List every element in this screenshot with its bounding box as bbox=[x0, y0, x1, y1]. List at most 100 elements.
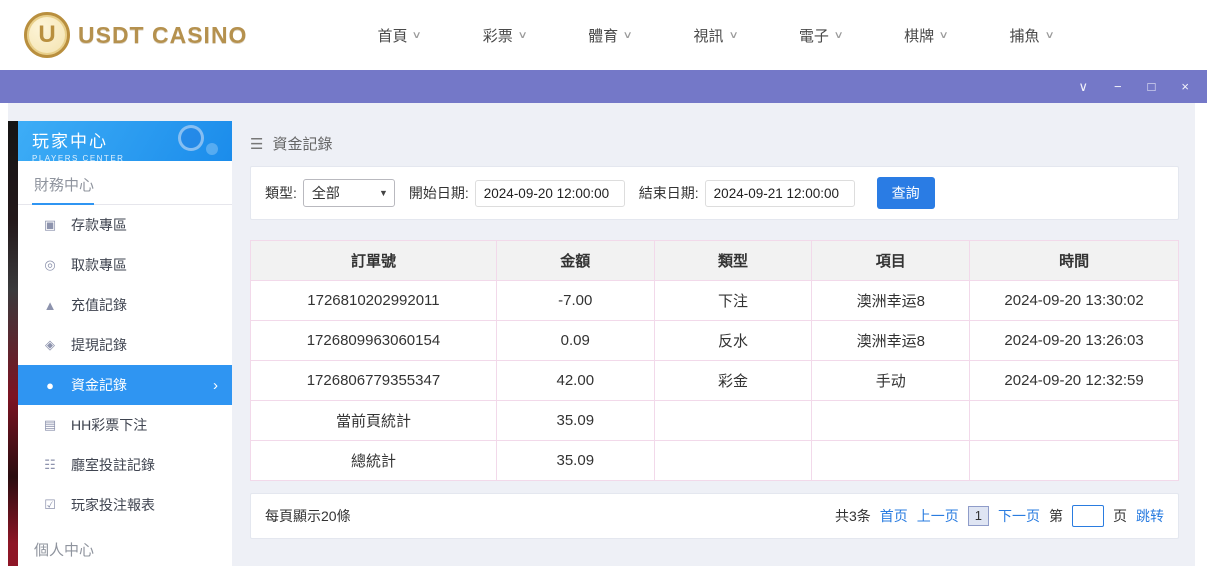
nav-item-electronic[interactable]: 電子 ∨ bbox=[799, 25, 842, 46]
top-header: U USDT CASINO 首頁 ∨ 彩票 ∨ 體育 ∨ 視訊 ∨ 電子 bbox=[0, 0, 1207, 70]
sidebar-item-label: 提現記錄 bbox=[71, 335, 127, 355]
workspace: 玩家中心 PLAYERS CENTER 財務中心 ▣ 存款專區 ◎ 取款專區 bbox=[8, 103, 1195, 566]
cell-time: 2024-09-20 13:26:03 bbox=[970, 321, 1179, 361]
cell-order-no: 1726810202992011 bbox=[251, 281, 497, 321]
cell-empty bbox=[654, 401, 812, 441]
nav-item-chess[interactable]: 棋牌 ∨ bbox=[904, 25, 947, 46]
chip-decoration-icon bbox=[206, 143, 218, 155]
nav-item-fishing[interactable]: 捕魚 ∨ bbox=[1010, 25, 1053, 46]
nav-item-video[interactable]: 視訊 ∨ bbox=[693, 25, 736, 46]
section-active-underline bbox=[32, 203, 94, 205]
minimize-icon[interactable]: − bbox=[1114, 80, 1122, 93]
jump-link[interactable]: 跳转 bbox=[1136, 506, 1164, 526]
close-icon[interactable]: × bbox=[1181, 80, 1189, 93]
cell-item: 澳洲幸运8 bbox=[812, 321, 970, 361]
cell-empty bbox=[970, 441, 1179, 481]
lottery-bets-icon: ▤ bbox=[42, 417, 58, 433]
sidebar-item-label: HH彩票下注 bbox=[71, 415, 147, 435]
sidebar-item-room-bet-record[interactable]: ☷ 廳室投註記錄 bbox=[18, 445, 232, 485]
sidebar-item-withdraw[interactable]: ◎ 取款專區 bbox=[18, 245, 232, 285]
main-nav: 首頁 ∨ 彩票 ∨ 體育 ∨ 視訊 ∨ 電子 ∨ 棋牌 ∨ bbox=[377, 25, 1052, 46]
cell-order-no: 1726806779355347 bbox=[251, 361, 497, 401]
cell-label: 當前頁統計 bbox=[251, 401, 497, 441]
chevron-down-icon: ∨ bbox=[623, 30, 633, 41]
logo-letter: U bbox=[38, 21, 55, 49]
type-select-value: 全部 bbox=[312, 183, 340, 203]
window-controls: ∨ − □ × bbox=[1078, 80, 1189, 93]
nav-item-lottery[interactable]: 彩票 ∨ bbox=[483, 25, 526, 46]
table-header-row: 訂單號 金額 類型 項目 時間 bbox=[251, 241, 1179, 281]
page-prefix-label: 第 bbox=[1049, 506, 1063, 526]
nav-label: 視訊 bbox=[693, 25, 723, 46]
sidebar-menu: ▣ 存款專區 ◎ 取款專區 ▲ 充值記錄 ◈ 提現記錄 ● 資金記錄 bbox=[18, 205, 232, 525]
cell-empty bbox=[812, 441, 970, 481]
type-select[interactable]: 全部 ▼ bbox=[303, 179, 395, 207]
window-titlebar: ∨ − □ × bbox=[0, 70, 1207, 103]
section-finance-center: 財務中心 bbox=[18, 161, 232, 205]
menu-icon: ☰ bbox=[250, 135, 263, 153]
end-date-input[interactable] bbox=[705, 180, 855, 207]
sidebar-item-player-bet-report[interactable]: ☑ 玩家投注報表 bbox=[18, 485, 232, 525]
chevron-down-icon: ∨ bbox=[833, 30, 843, 41]
room-bet-record-icon: ☷ bbox=[42, 457, 58, 473]
cell-type: 反水 bbox=[654, 321, 812, 361]
sidebar-item-label: 資金記錄 bbox=[71, 375, 127, 395]
header-time: 時間 bbox=[970, 241, 1179, 281]
select-arrow-icon: ▼ bbox=[379, 188, 388, 198]
start-date-input[interactable] bbox=[475, 180, 625, 207]
sidebar-item-withdraw-record[interactable]: ◈ 提現記錄 bbox=[18, 325, 232, 365]
search-button[interactable]: 查詢 bbox=[877, 177, 935, 209]
funds-record-table: 訂單號 金額 類型 項目 時間 1726810202992011 -7.00 下… bbox=[250, 240, 1179, 481]
sidebar-item-deposit[interactable]: ▣ 存款專區 bbox=[18, 205, 232, 245]
cell-empty bbox=[812, 401, 970, 441]
type-label: 類型: bbox=[265, 183, 297, 203]
sidebar-item-funds-record[interactable]: ● 資金記錄 › bbox=[18, 365, 232, 405]
nav-item-home[interactable]: 首頁 ∨ bbox=[377, 25, 420, 46]
sidebar-item-recharge-record[interactable]: ▲ 充值記錄 bbox=[18, 285, 232, 325]
prev-page-link[interactable]: 上一页 bbox=[917, 506, 959, 526]
per-page-label: 每頁顯示20條 bbox=[265, 506, 351, 526]
filter-bar: 類型: 全部 ▼ 開始日期: 結束日期: 查詢 bbox=[250, 166, 1179, 220]
first-page-link[interactable]: 首页 bbox=[880, 506, 908, 526]
sidebar-item-label: 廳室投註記錄 bbox=[71, 455, 155, 475]
sidebar-item-label: 存款專區 bbox=[71, 215, 127, 235]
cell-amount: 35.09 bbox=[496, 401, 654, 441]
cell-amount: 0.09 bbox=[496, 321, 654, 361]
sidebar-item-hh-lottery-bets[interactable]: ▤ HH彩票下注 bbox=[18, 405, 232, 445]
cell-type: 彩金 bbox=[654, 361, 812, 401]
nav-item-sports[interactable]: 體育 ∨ bbox=[588, 25, 631, 46]
chevron-down-icon: ∨ bbox=[412, 30, 422, 41]
brand-logo[interactable]: U USDT CASINO bbox=[24, 12, 247, 58]
funds-record-icon: ● bbox=[42, 378, 58, 393]
page-title: 資金記錄 bbox=[272, 133, 332, 154]
header-item: 項目 bbox=[812, 241, 970, 281]
sidebar-item-label: 玩家投注報表 bbox=[71, 495, 155, 515]
current-page[interactable]: 1 bbox=[968, 506, 989, 526]
cell-time: 2024-09-20 12:32:59 bbox=[970, 361, 1179, 401]
nav-label: 捕魚 bbox=[1010, 25, 1040, 46]
chevron-down-icon: ∨ bbox=[728, 30, 738, 41]
cell-amount: -7.00 bbox=[496, 281, 654, 321]
jump-page-input[interactable] bbox=[1072, 505, 1104, 527]
start-date-label: 開始日期: bbox=[409, 183, 469, 203]
cell-item: 手动 bbox=[812, 361, 970, 401]
chevron-right-icon: › bbox=[213, 377, 218, 394]
cell-time: 2024-09-20 13:30:02 bbox=[970, 281, 1179, 321]
maximize-icon[interactable]: □ bbox=[1148, 80, 1156, 93]
cell-amount: 42.00 bbox=[496, 361, 654, 401]
chip-decoration-icon bbox=[178, 125, 204, 151]
cell-amount: 35.09 bbox=[496, 441, 654, 481]
collapse-icon[interactable]: ∨ bbox=[1078, 80, 1088, 93]
chevron-down-icon: ∨ bbox=[939, 30, 949, 41]
main-content: ☰ 資金記錄 類型: 全部 ▼ 開始日期: 結束日期: 查詢 訂單號 bbox=[232, 103, 1195, 566]
cell-item: 澳洲幸运8 bbox=[812, 281, 970, 321]
total-count: 共3条 bbox=[835, 506, 871, 526]
next-page-link[interactable]: 下一页 bbox=[998, 506, 1040, 526]
cell-empty bbox=[654, 441, 812, 481]
deposit-icon: ▣ bbox=[42, 217, 58, 233]
withdraw-record-icon: ◈ bbox=[42, 337, 58, 353]
section-personal-center: 個人中心 bbox=[18, 525, 232, 566]
table-row: 1726809963060154 0.09 反水 澳洲幸运8 2024-09-2… bbox=[251, 321, 1179, 361]
table-row-page-total: 當前頁統計 35.09 bbox=[251, 401, 1179, 441]
breadcrumb: ☰ 資金記錄 bbox=[250, 133, 1179, 154]
